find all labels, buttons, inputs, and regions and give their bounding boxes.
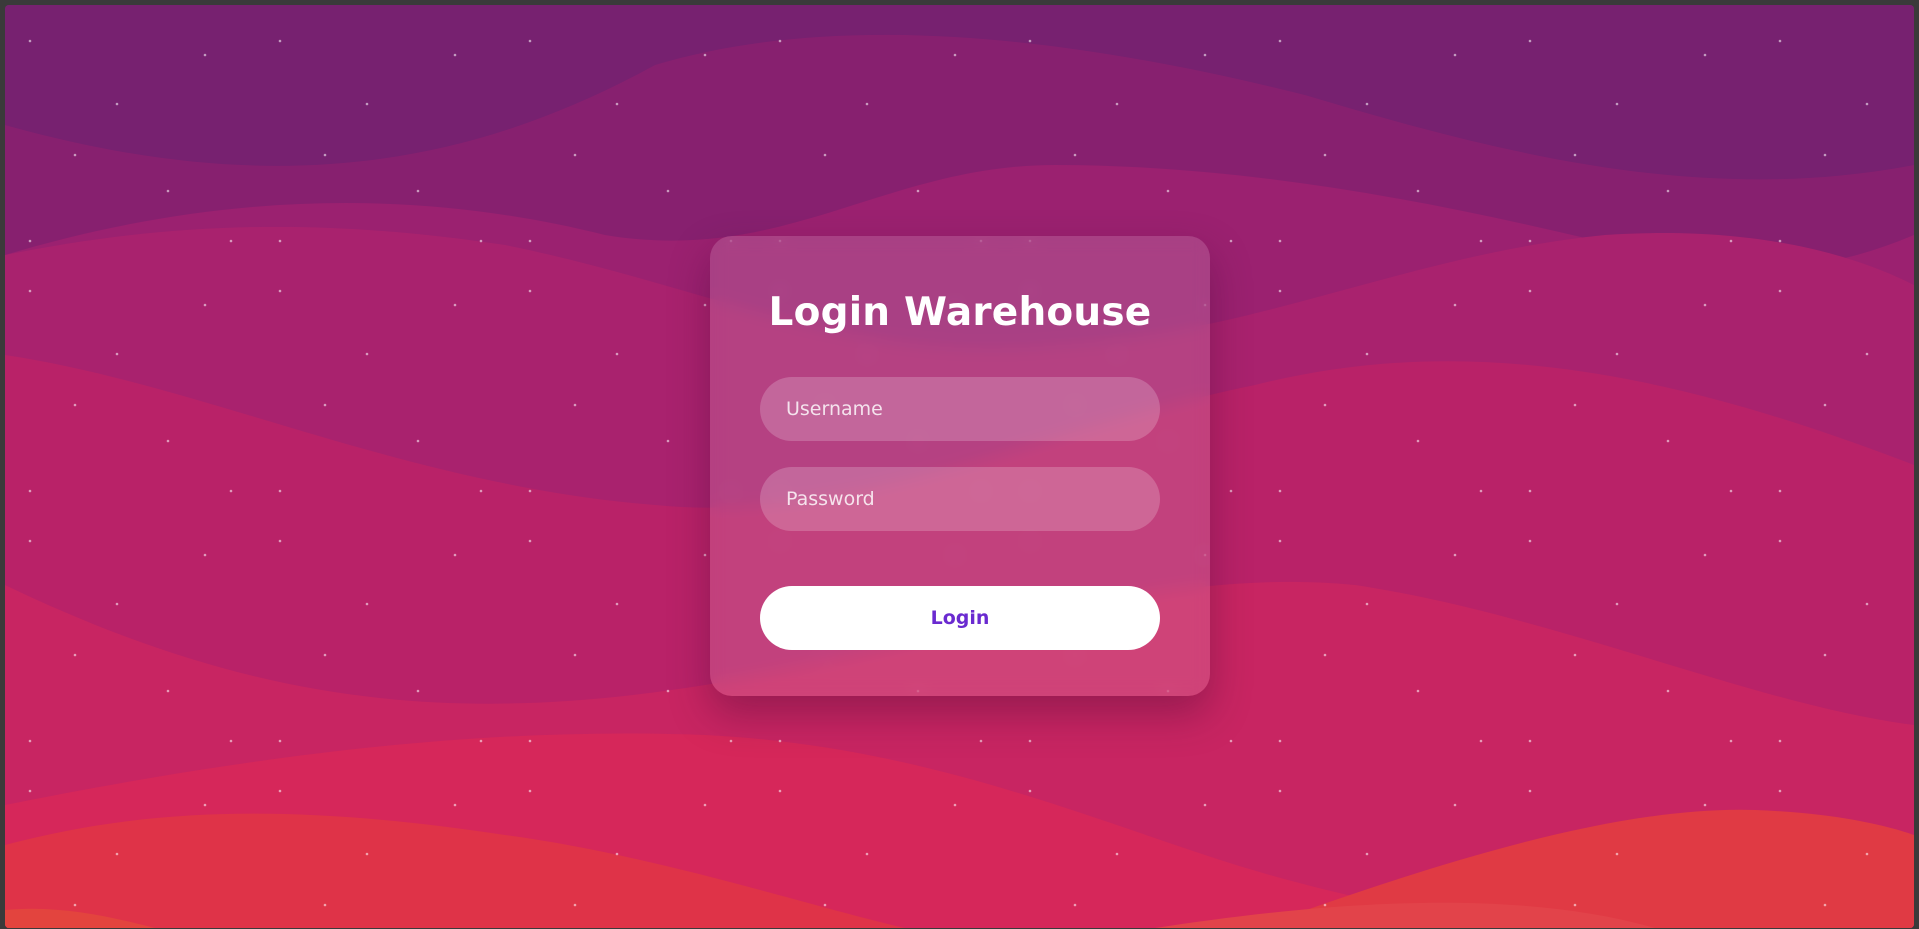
login-page: Login Warehouse Login (5, 5, 1914, 928)
login-title: Login Warehouse (768, 290, 1152, 335)
login-card: Login Warehouse Login (710, 236, 1210, 696)
login-button[interactable]: Login (760, 586, 1160, 650)
username-input[interactable] (760, 377, 1160, 441)
password-input[interactable] (760, 467, 1160, 531)
